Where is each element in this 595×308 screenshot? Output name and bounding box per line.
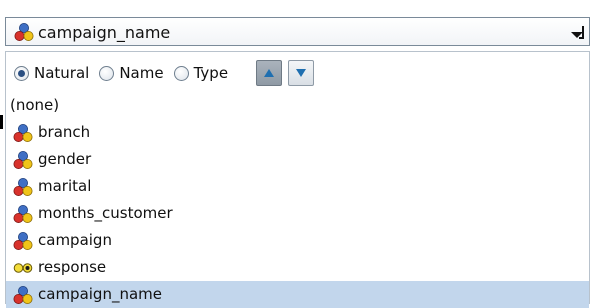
list-item[interactable]: gender <box>6 146 589 173</box>
nominal-field-icon <box>13 177 33 196</box>
sort-type-label: Type <box>193 64 229 82</box>
sort-options: Natural Name Type <box>14 58 315 88</box>
sort-name-label: Name <box>119 64 164 82</box>
list-item-label: gender <box>38 150 92 168</box>
nominal-field-icon <box>13 204 33 223</box>
text-cursor-mark <box>0 115 3 129</box>
selected-field-value: campaign_name <box>38 23 171 42</box>
flag-field-icon <box>13 262 33 273</box>
sort-ascending-icon <box>264 69 275 77</box>
radio-circle[interactable] <box>99 65 115 81</box>
sort-natural-label: Natural <box>34 64 90 82</box>
nominal-field-icon <box>13 285 33 304</box>
list-item-label: branch <box>38 123 91 141</box>
list-item-label: (none) <box>10 96 60 114</box>
list-item-label: marital <box>38 177 92 195</box>
list-item[interactable]: branch <box>6 119 589 146</box>
nominal-field-icon <box>14 22 34 46</box>
field-selector[interactable]: campaign_name <box>5 17 590 46</box>
list-item-label: campaign <box>38 231 112 249</box>
sort-type-radio[interactable]: Type <box>173 64 229 82</box>
radio-circle[interactable] <box>173 65 189 81</box>
field-list-panel: Natural Name Type (none) branch gender m… <box>5 51 590 308</box>
sort-ascending-button[interactable] <box>256 60 283 86</box>
field-list: (none) branch gender marital months_cust… <box>6 92 589 308</box>
sort-natural-radio[interactable]: Natural <box>14 64 89 82</box>
list-item-label: response <box>38 258 107 276</box>
sort-descending-button[interactable] <box>288 60 315 86</box>
list-item[interactable]: months_customer <box>6 200 589 227</box>
list-item[interactable]: response <box>6 254 589 281</box>
list-item-label: months_customer <box>38 204 173 222</box>
list-item[interactable]: marital <box>6 173 589 200</box>
list-item[interactable]: (none) <box>6 92 589 119</box>
sort-descending-icon <box>296 69 307 77</box>
nominal-field-icon <box>13 123 33 142</box>
radio-circle[interactable] <box>14 65 29 81</box>
nominal-field-icon <box>13 231 33 250</box>
sort-name-radio[interactable]: Name <box>99 64 164 82</box>
list-item[interactable]: campaign <box>6 227 589 254</box>
dropdown-arrow-icon[interactable] <box>568 22 586 42</box>
nominal-field-icon <box>13 150 33 169</box>
